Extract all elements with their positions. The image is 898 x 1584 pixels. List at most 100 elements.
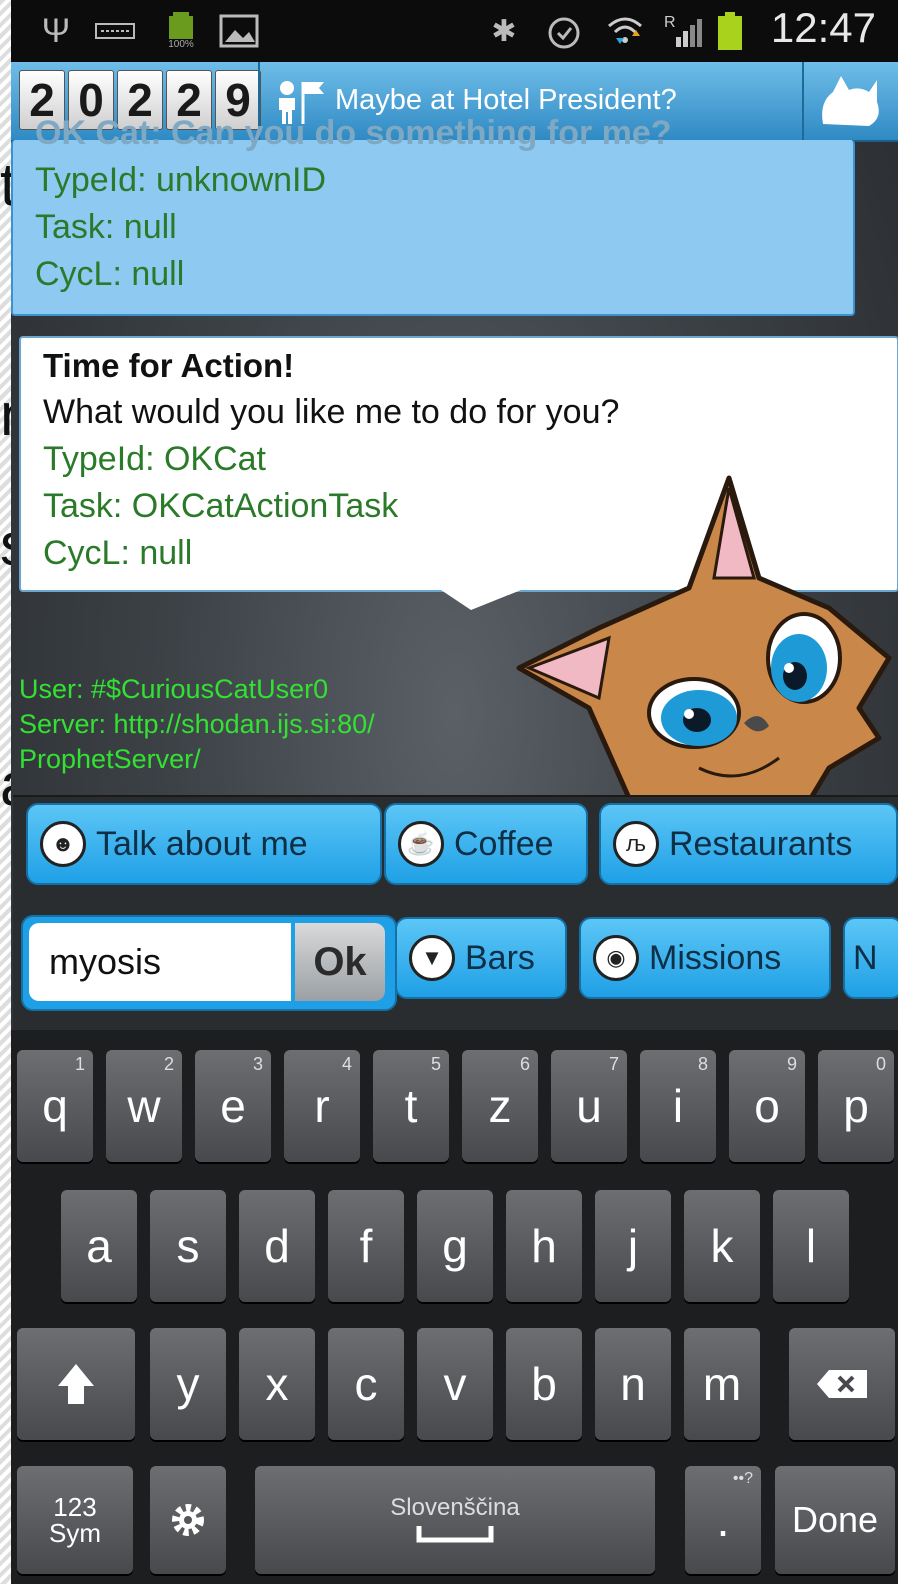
usb-icon: Ψ [41, 11, 71, 50]
battery-small-label: 100% [168, 39, 194, 50]
chat-input[interactable] [29, 923, 291, 1001]
user-id: User: #$CuriousCatUser0 [19, 674, 329, 704]
chip-talk-about-me[interactable]: ☻ Talk about me [26, 803, 382, 885]
key-hint: 9 [786, 1054, 797, 1074]
key-label: q [42, 1080, 68, 1132]
key-hint: 8 [697, 1054, 708, 1074]
period-key[interactable]: ••? . [685, 1466, 761, 1574]
key-hint: 5 [430, 1054, 441, 1074]
shift-key[interactable] [17, 1328, 135, 1440]
key-hint: 6 [519, 1054, 530, 1074]
key-b[interactable]: b [506, 1328, 582, 1440]
server-url-cont: ProphetServer/ [19, 744, 201, 774]
chip-label: Bars [465, 938, 535, 977]
key-h[interactable]: h [506, 1190, 582, 1302]
space-icon [416, 1526, 494, 1543]
user-info: User: #$CuriousCatUser0 Server: http://s… [19, 672, 375, 777]
signal-icon: R [661, 12, 707, 50]
alarm-icon [543, 12, 585, 50]
cat-mascot-illustration [516, 475, 892, 818]
key-d[interactable]: d [239, 1190, 315, 1302]
chip-coffee[interactable]: ☕ Coffee [384, 803, 588, 885]
chip-bars[interactable]: ▼ Bars [395, 917, 567, 999]
message-task: Task: null [35, 208, 177, 246]
key-label: t [404, 1080, 418, 1132]
status-bar: Ψ 100% ✱ R 12:47 [11, 0, 898, 62]
keyboard-icon [93, 12, 137, 50]
key-label: p [843, 1080, 869, 1132]
cat-icon: ☻ [40, 821, 86, 867]
chip-label: Coffee [454, 824, 554, 863]
key-p[interactable]: 0p [818, 1050, 894, 1162]
key-u[interactable]: 7u [551, 1050, 627, 1162]
message-bubble: OK Cat: Can you do something for me? Typ… [11, 114, 855, 316]
chip-label: Restaurants [669, 824, 853, 863]
key-hint: 3 [252, 1054, 263, 1074]
soft-keyboard: 1q 2w 3e 4r 5t 6z 7u 8i 9o 0p a s d f g … [11, 1030, 898, 1584]
key-hint: 4 [341, 1054, 352, 1074]
ok-button[interactable]: Ok [295, 923, 385, 1001]
symbols-label: 123 [53, 1492, 97, 1522]
battery-icon [715, 12, 745, 50]
key-v[interactable]: v [417, 1328, 493, 1440]
key-label: i [672, 1080, 684, 1132]
key-m[interactable]: m [684, 1328, 760, 1440]
done-key[interactable]: Done [775, 1466, 895, 1574]
key-t[interactable]: 5t [373, 1050, 449, 1162]
key-label: u [576, 1080, 602, 1132]
key-hint: 0 [875, 1054, 886, 1074]
key-y[interactable]: y [150, 1328, 226, 1440]
chip-missions[interactable]: ◉ Missions [579, 917, 831, 999]
shift-icon [58, 1364, 94, 1404]
coffee-icon: ☕ [398, 821, 444, 867]
message-title: Time for Action! [43, 347, 295, 384]
key-a[interactable]: a [61, 1190, 137, 1302]
message-title: OK Cat: Can you do something for me? [35, 114, 672, 152]
chip-label: Missions [649, 938, 782, 977]
settings-key[interactable] [150, 1466, 226, 1574]
key-n[interactable]: n [595, 1328, 671, 1440]
key-c[interactable]: c [328, 1328, 404, 1440]
language-label: Slovenščina [390, 1494, 520, 1521]
key-x[interactable]: x [239, 1328, 315, 1440]
server-url: Server: http://shodan.ijs.si:80/ [19, 709, 375, 739]
key-s[interactable]: s [150, 1190, 226, 1302]
image-icon [217, 12, 261, 50]
key-r[interactable]: 4r [284, 1050, 360, 1162]
key-hint: 7 [608, 1054, 619, 1074]
message-body: What would you like me to do for you? [43, 393, 620, 431]
key-q[interactable]: 1q [17, 1050, 93, 1162]
key-e[interactable]: 3e [195, 1050, 271, 1162]
svg-text:R: R [664, 14, 676, 31]
message-cycl: CycL: null [35, 255, 185, 293]
cocktail-icon: ▼ [409, 935, 455, 981]
key-label: z [488, 1080, 512, 1132]
chip-more[interactable]: N [843, 917, 898, 999]
key-label: r [314, 1080, 330, 1132]
key-z[interactable]: 6z [462, 1050, 538, 1162]
backspace-key[interactable] [789, 1328, 895, 1440]
space-key[interactable]: Slovenščina [255, 1466, 655, 1574]
key-hint: ••? [732, 1470, 753, 1487]
key-label: o [754, 1080, 780, 1132]
spiral-icon: ◉ [593, 935, 639, 981]
message-typeid: TypeId: unknownID [35, 161, 327, 199]
key-f[interactable]: f [328, 1190, 404, 1302]
battery-full-icon: 100% [161, 12, 201, 50]
key-g[interactable]: g [417, 1190, 493, 1302]
key-l[interactable]: l [773, 1190, 849, 1302]
key-i[interactable]: 8i [640, 1050, 716, 1162]
key-j[interactable]: j [595, 1190, 671, 1302]
key-o[interactable]: 9o [729, 1050, 805, 1162]
key-w[interactable]: 2w [106, 1050, 182, 1162]
chip-label: N [853, 938, 878, 977]
key-k[interactable]: k [684, 1190, 760, 1302]
backspace-icon [817, 1370, 867, 1398]
key-label: e [220, 1080, 246, 1132]
phone-screen: Ψ 100% ✱ R 12:47 2 0 2 2 9 Maybe at Hote… [11, 0, 898, 1584]
symbols-key[interactable]: 123 Sym [17, 1466, 133, 1574]
chip-label: Talk about me [96, 824, 308, 863]
wifi-icon [605, 12, 645, 50]
chip-restaurants[interactable]: љ Restaurants [599, 803, 898, 885]
key-hint: 1 [74, 1054, 85, 1074]
